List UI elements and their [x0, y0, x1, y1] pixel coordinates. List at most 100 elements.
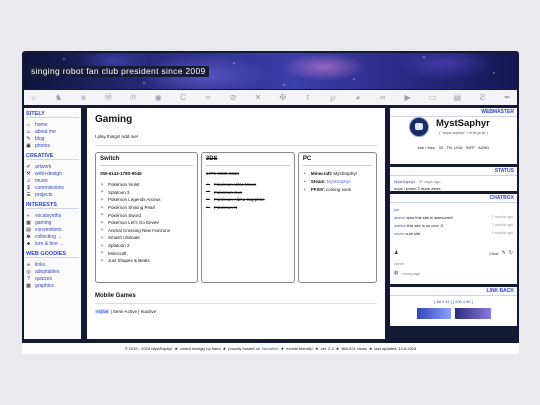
webmaster-name: MystSaphyr [436, 118, 490, 129]
right-sidebar: WEBMASTER MystSaphyr ( "myst saphyr" / m… [390, 108, 517, 329]
dog-icon[interactable]: ♞ [54, 93, 63, 102]
switch-card: Switch SW-6143-1780-9045 ✦ Pokémon Violet… [95, 152, 198, 283]
diamond-bullet-icon: ✦ [100, 204, 105, 211]
friend-code: SW-6143-1780-9045 [100, 171, 142, 176]
tv-icon[interactable]: ▤ [453, 93, 462, 102]
diamond-bullet-icon: ✦ [100, 219, 105, 226]
diamond-bullet-icon: ✦ [100, 242, 105, 249]
list-item: ✦ Pokémon Alpha Sapphire [205, 196, 265, 203]
x-icon[interactable]: ✕ [253, 93, 262, 102]
question-icon: ? [27, 275, 30, 282]
sidebar-item-music[interactable]: ♫ music [26, 177, 79, 184]
sidebar-item-commissions[interactable]: $ commissions [26, 184, 79, 191]
sidebar-item-gaming[interactable]: ▦ gaming [26, 219, 79, 226]
box-heading: LINK BACK [390, 287, 517, 296]
clover-icon: ♣ [26, 240, 31, 247]
sidebar-item-label: commissions [35, 184, 64, 191]
c-icon[interactable]: C [179, 93, 188, 102]
disc-icon[interactable]: ⊘ [229, 93, 238, 102]
diamond-bullet-icon: ✦ [302, 187, 307, 192]
pen-icon[interactable]: ✒ [503, 93, 512, 102]
globe-icon: ◍ [394, 270, 399, 276]
card-title: Switch [100, 156, 193, 166]
button-sizes[interactable]: [ 88 x 31 ] [ 200 x 40 ] [390, 299, 517, 304]
sidebar-item-quizzes[interactable]: ? quizzes [26, 275, 79, 282]
tumblr-icon[interactable]: t [303, 93, 312, 102]
page-title: Gaming [95, 114, 133, 125]
sidebar-item-conventions[interactable]: ▤ conventions [26, 226, 79, 233]
sidebar-item-adoptables[interactable]: ◎ adoptables [26, 268, 79, 275]
sidebar-item-projects[interactable]: ☰ projects [26, 191, 79, 198]
p-icon[interactable]: ℘ [328, 93, 337, 102]
sidebar-item-label: blog [35, 135, 45, 142]
sidebar-item-artwork[interactable]: ✐ artwork [26, 163, 79, 170]
list-icon: ☰ [26, 191, 31, 198]
linkback-button-large[interactable] [454, 308, 491, 319]
crop-icon[interactable]: ⌗ [204, 93, 213, 102]
diamond-bullet-icon: ✦ [100, 212, 105, 219]
vocal-icon: ◐ [26, 212, 31, 219]
bluesky-icon[interactable]: Ƨ [478, 93, 487, 102]
name-field[interactable]: name [394, 258, 513, 268]
sidebar-item-label: quizzes [35, 275, 52, 282]
diamond-bullet-icon: ✦ [100, 257, 105, 264]
3ds-card: 3DS 1779-0338-6568 ✦ Pokémon Ultra Moon ✦… [200, 152, 295, 283]
star-icon: ★ [222, 346, 227, 351]
cross-icon[interactable]: ✠ [278, 93, 287, 102]
social-icon-bar: ☼ ♞ ж Ⓜ ℗ ◉ C ⌗ ⊘ ✕ ✠ t ℘ ◕ ∞ ▶ ▭ ▤ Ƨ ✒ [24, 90, 517, 105]
diamond-bullet-icon: ✦ [302, 171, 307, 176]
status-time: 37 days ago [418, 179, 441, 184]
user-icon[interactable]: ♟ [394, 250, 398, 256]
chat-message: joe [394, 206, 400, 212]
list-item: ✦ Animal Crossing New Horizons [100, 227, 171, 234]
sidebar-item-lore[interactable]: ♣ lore & lore → [26, 240, 79, 247]
sun-icon[interactable]: ☼ [29, 93, 38, 102]
sidebar-item-web-design[interactable]: ⚒ web+design [26, 170, 79, 177]
discord-icon[interactable]: ◉ [154, 93, 163, 102]
list-item: ✦ Minecraft: MystSaphyr [303, 171, 372, 179]
sidebar-item-home[interactable]: ⌂ home [26, 121, 79, 128]
homepage-field[interactable]: ◍ homepage [394, 268, 513, 278]
sidebar-item-label: artwork [35, 163, 52, 170]
mastodon-icon[interactable]: Ⓜ [104, 93, 113, 102]
refresh-icon[interactable]: ↻ [509, 250, 513, 256]
section-heading: Mobile Games [95, 293, 377, 304]
youtube-icon[interactable]: ▶ [403, 93, 412, 102]
sidebar-item-label: adoptables [35, 268, 60, 275]
diamond-bullet-icon: ✦ [100, 227, 105, 234]
home-icon: ⌂ [26, 121, 31, 128]
card-title: PC [302, 156, 372, 166]
sidebar-item-vocalsynths[interactable]: ◐ vocalsynths [26, 212, 79, 219]
clear-button[interactable]: Clear [489, 251, 499, 256]
sidebar-item-links[interactable]: ∞ links [26, 261, 79, 268]
github-icon[interactable]: ◕ [353, 93, 362, 102]
list-item: ✦ Pokémon X [205, 204, 238, 211]
diamond-bullet-icon: ✦ [100, 181, 105, 188]
list-item: ✦ Splatoon 3 [100, 189, 130, 196]
edit-icon[interactable]: ✎ [502, 250, 506, 256]
neocities-link[interactable]: Neocities [262, 346, 278, 351]
sidebar-item-label: gaming [35, 219, 52, 226]
sidebar-item-label: collecting → [35, 233, 63, 240]
status-legend: Active | Semi-Active | Inactive [95, 309, 157, 314]
star-icon: ★ [368, 346, 373, 351]
sidebar-item-collecting[interactable]: ♚ collecting → [26, 233, 79, 240]
chat-message: abend wow this site is awesome!! 2 months… [394, 214, 513, 220]
person-icon: ☺ [26, 128, 32, 135]
sidebar-item-about[interactable]: ☺ about me [26, 128, 79, 135]
twitch-icon[interactable]: ▭ [428, 93, 437, 102]
pinterest-icon[interactable]: ℗ [129, 93, 138, 102]
status-user[interactable]: MystSaphyr [394, 179, 415, 184]
sidebar-item-label: vocalsynths [35, 212, 62, 219]
diamond-bullet-icon: ✦ [100, 250, 105, 257]
butterfly-icon[interactable]: ж [79, 93, 88, 102]
sidebar-item-blog[interactable]: ✎ blog [26, 135, 79, 142]
box-heading: WEBMASTER [390, 108, 517, 117]
sidebar-item-graphics[interactable]: ▩ graphics [26, 282, 79, 289]
avatar [409, 117, 429, 137]
ao3-icon[interactable]: ∞ [378, 93, 387, 102]
star-icon: ★ [335, 346, 340, 351]
steam-link[interactable]: MystSaphyr [327, 179, 351, 187]
sidebar-item-photos[interactable]: ▣ photos [26, 142, 79, 149]
linkback-button-small[interactable] [416, 308, 451, 319]
